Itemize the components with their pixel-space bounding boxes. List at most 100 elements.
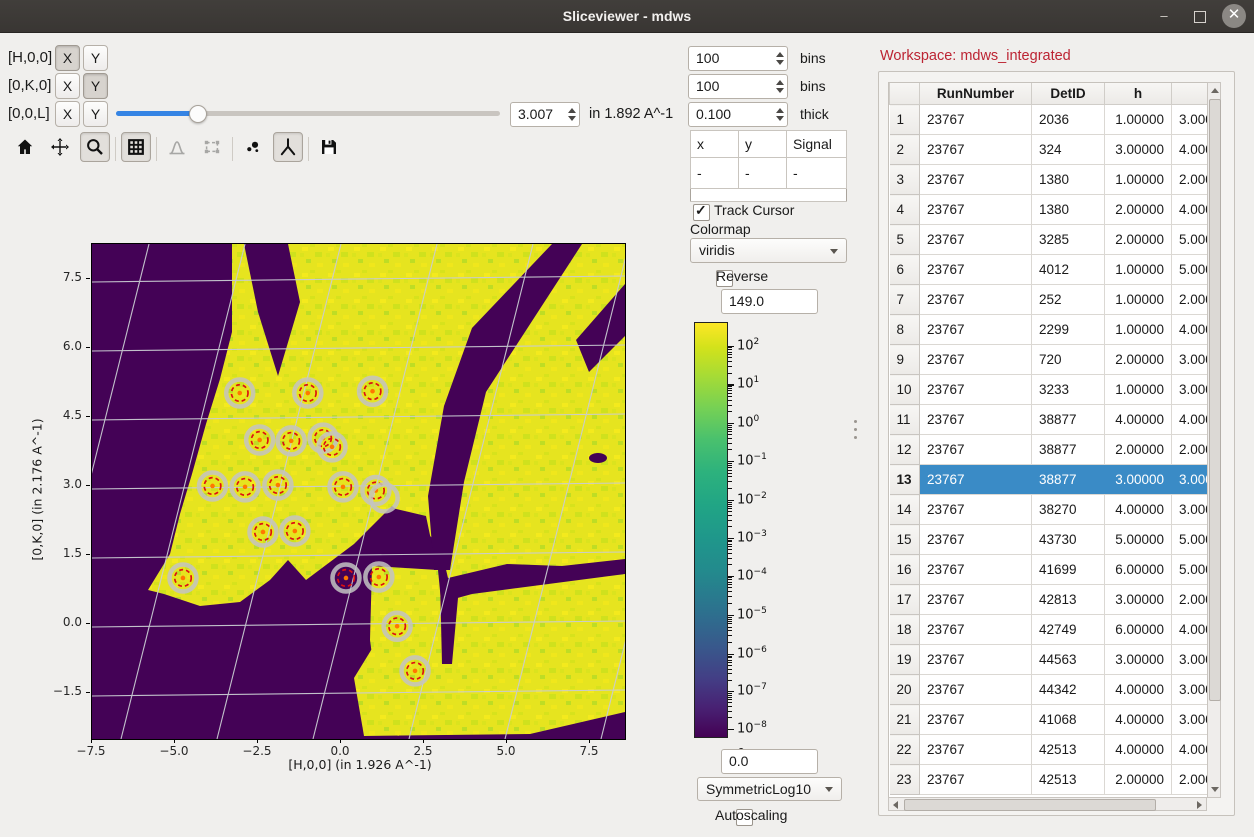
splitter-handle[interactable] xyxy=(854,420,857,439)
table-row[interactable]: 19 23767 44563 3.00000 3.000 xyxy=(890,645,1210,675)
row-number[interactable]: 23 xyxy=(890,765,920,795)
table-row[interactable]: 5 23767 3285 2.00000 5.000 xyxy=(890,225,1210,255)
cell-k[interactable]: 3.000 xyxy=(1172,705,1210,735)
table-row[interactable]: 15 23767 43730 5.00000 5.000 xyxy=(890,525,1210,555)
row-number[interactable]: 15 xyxy=(890,525,920,555)
cell-h[interactable]: 4.00000 xyxy=(1105,405,1172,435)
cell-runnumber[interactable]: 23767 xyxy=(920,555,1032,585)
cell-detid[interactable]: 42513 xyxy=(1032,735,1105,765)
close-icon[interactable]: ✕ xyxy=(1222,4,1246,28)
save-icon[interactable] xyxy=(314,132,344,162)
cell-h[interactable]: 6.00000 xyxy=(1105,555,1172,585)
cell-h[interactable]: 1.00000 xyxy=(1105,255,1172,285)
cell-k[interactable]: 5.000 xyxy=(1172,555,1210,585)
cell-h[interactable]: 4.00000 xyxy=(1105,705,1172,735)
row-number[interactable]: 19 xyxy=(890,645,920,675)
cell-detid[interactable]: 252 xyxy=(1032,285,1105,315)
cell-detid[interactable]: 41068 xyxy=(1032,705,1105,735)
pan-icon[interactable] xyxy=(45,132,75,162)
dim-0k0-x-button[interactable]: X xyxy=(55,73,80,99)
cell-detid[interactable]: 43730 xyxy=(1032,525,1105,555)
cell-k[interactable]: 3.000 xyxy=(1172,465,1210,495)
colorbar[interactable] xyxy=(694,322,728,738)
cell-runnumber[interactable]: 23767 xyxy=(920,345,1032,375)
cell-k[interactable]: 4.000 xyxy=(1172,615,1210,645)
h-header[interactable]: h xyxy=(1105,83,1172,105)
table-row[interactable]: 20 23767 44342 4.00000 3.000 xyxy=(890,675,1210,705)
grid-icon[interactable] xyxy=(121,132,151,162)
dim-slider-handle[interactable] xyxy=(189,105,207,123)
table-row[interactable]: 10 23767 3233 1.00000 3.000 xyxy=(890,375,1210,405)
table-vertical-scrollbar[interactable] xyxy=(1207,82,1221,798)
colorbar-max-input[interactable]: 149.0 xyxy=(721,289,818,314)
track-cursor-checkbox[interactable] xyxy=(693,204,710,221)
cell-k[interactable]: 3.000 xyxy=(1172,675,1210,705)
cell-k[interactable]: 2.000 xyxy=(1172,165,1210,195)
row-number[interactable]: 22 xyxy=(890,735,920,765)
cell-h[interactable]: 4.00000 xyxy=(1105,495,1172,525)
table-row[interactable]: 1 23767 2036 1.00000 3.000 xyxy=(890,105,1210,135)
cell-h[interactable]: 5.00000 xyxy=(1105,525,1172,555)
nonorthogonal-axes-icon[interactable] xyxy=(273,132,303,162)
cell-detid[interactable]: 2299 xyxy=(1032,315,1105,345)
row-number[interactable]: 20 xyxy=(890,675,920,705)
cell-h[interactable]: 3.00000 xyxy=(1105,135,1172,165)
cell-h[interactable]: 1.00000 xyxy=(1105,285,1172,315)
row-number[interactable]: 8 xyxy=(890,315,920,345)
cell-runnumber[interactable]: 23767 xyxy=(920,105,1032,135)
runnumber-header[interactable]: RunNumber xyxy=(920,83,1032,105)
cell-runnumber[interactable]: 23767 xyxy=(920,615,1032,645)
dim-h00-y-button[interactable]: Y xyxy=(83,45,108,71)
row-number[interactable]: 5 xyxy=(890,225,920,255)
cell-h[interactable]: 1.00000 xyxy=(1105,315,1172,345)
cell-runnumber[interactable]: 23767 xyxy=(920,375,1032,405)
cell-k[interactable]: 3.000 xyxy=(1172,495,1210,525)
cell-runnumber[interactable]: 23767 xyxy=(920,525,1032,555)
cell-detid[interactable]: 324 xyxy=(1032,135,1105,165)
cell-runnumber[interactable]: 23767 xyxy=(920,135,1032,165)
cell-k[interactable]: 2.000 xyxy=(1172,435,1210,465)
row-number[interactable]: 13 xyxy=(890,465,920,495)
cell-runnumber[interactable]: 23767 xyxy=(920,465,1032,495)
cell-detid[interactable]: 1380 xyxy=(1032,165,1105,195)
table-row[interactable]: 23 23767 42513 2.00000 2.000 xyxy=(890,765,1210,795)
slice-plot[interactable] xyxy=(91,243,626,740)
table-row[interactable]: 3 23767 1380 1.00000 2.000 xyxy=(890,165,1210,195)
cell-k[interactable]: 4.000 xyxy=(1172,135,1210,165)
table-row[interactable]: 14 23767 38270 4.00000 3.000 xyxy=(890,495,1210,525)
cell-runnumber[interactable]: 23767 xyxy=(920,645,1032,675)
cell-detid[interactable]: 38877 xyxy=(1032,465,1105,495)
row-number[interactable]: 16 xyxy=(890,555,920,585)
cell-h[interactable]: 4.00000 xyxy=(1105,735,1172,765)
cell-detid[interactable]: 38877 xyxy=(1032,435,1105,465)
cell-k[interactable]: 5.000 xyxy=(1172,255,1210,285)
cell-h[interactable]: 1.00000 xyxy=(1105,165,1172,195)
cell-k[interactable]: 4.000 xyxy=(1172,315,1210,345)
cell-runnumber[interactable]: 23767 xyxy=(920,585,1032,615)
row-number[interactable]: 7 xyxy=(890,285,920,315)
colormap-select[interactable]: viridis xyxy=(690,238,847,263)
cell-h[interactable]: 2.00000 xyxy=(1105,345,1172,375)
table-row[interactable]: 4 23767 1380 2.00000 4.000 xyxy=(890,195,1210,225)
cell-k[interactable]: 3.000 xyxy=(1172,645,1210,675)
cell-runnumber[interactable]: 23767 xyxy=(920,255,1032,285)
k-header[interactable]: k xyxy=(1172,83,1210,105)
row-number[interactable]: 9 xyxy=(890,345,920,375)
zoom-icon[interactable] xyxy=(80,132,110,162)
table-row[interactable]: 17 23767 42813 3.00000 2.000 xyxy=(890,585,1210,615)
row-number[interactable]: 2 xyxy=(890,135,920,165)
cell-k[interactable]: 4.000 xyxy=(1172,195,1210,225)
peaks-table-viewport[interactable]: RunNumber DetID h k 1 23767 2036 1.00000… xyxy=(888,82,1209,798)
cell-k[interactable]: 5.000 xyxy=(1172,225,1210,255)
cell-detid[interactable]: 4012 xyxy=(1032,255,1105,285)
cell-runnumber[interactable]: 23767 xyxy=(920,285,1032,315)
row-number[interactable]: 17 xyxy=(890,585,920,615)
cell-k[interactable]: 4.000 xyxy=(1172,405,1210,435)
cell-detid[interactable]: 3233 xyxy=(1032,375,1105,405)
cell-runnumber[interactable]: 23767 xyxy=(920,165,1032,195)
row-number[interactable]: 4 xyxy=(890,195,920,225)
detid-header[interactable]: DetID xyxy=(1032,83,1105,105)
cell-h[interactable]: 3.00000 xyxy=(1105,465,1172,495)
cell-runnumber[interactable]: 23767 xyxy=(920,735,1032,765)
cell-detid[interactable]: 42749 xyxy=(1032,615,1105,645)
